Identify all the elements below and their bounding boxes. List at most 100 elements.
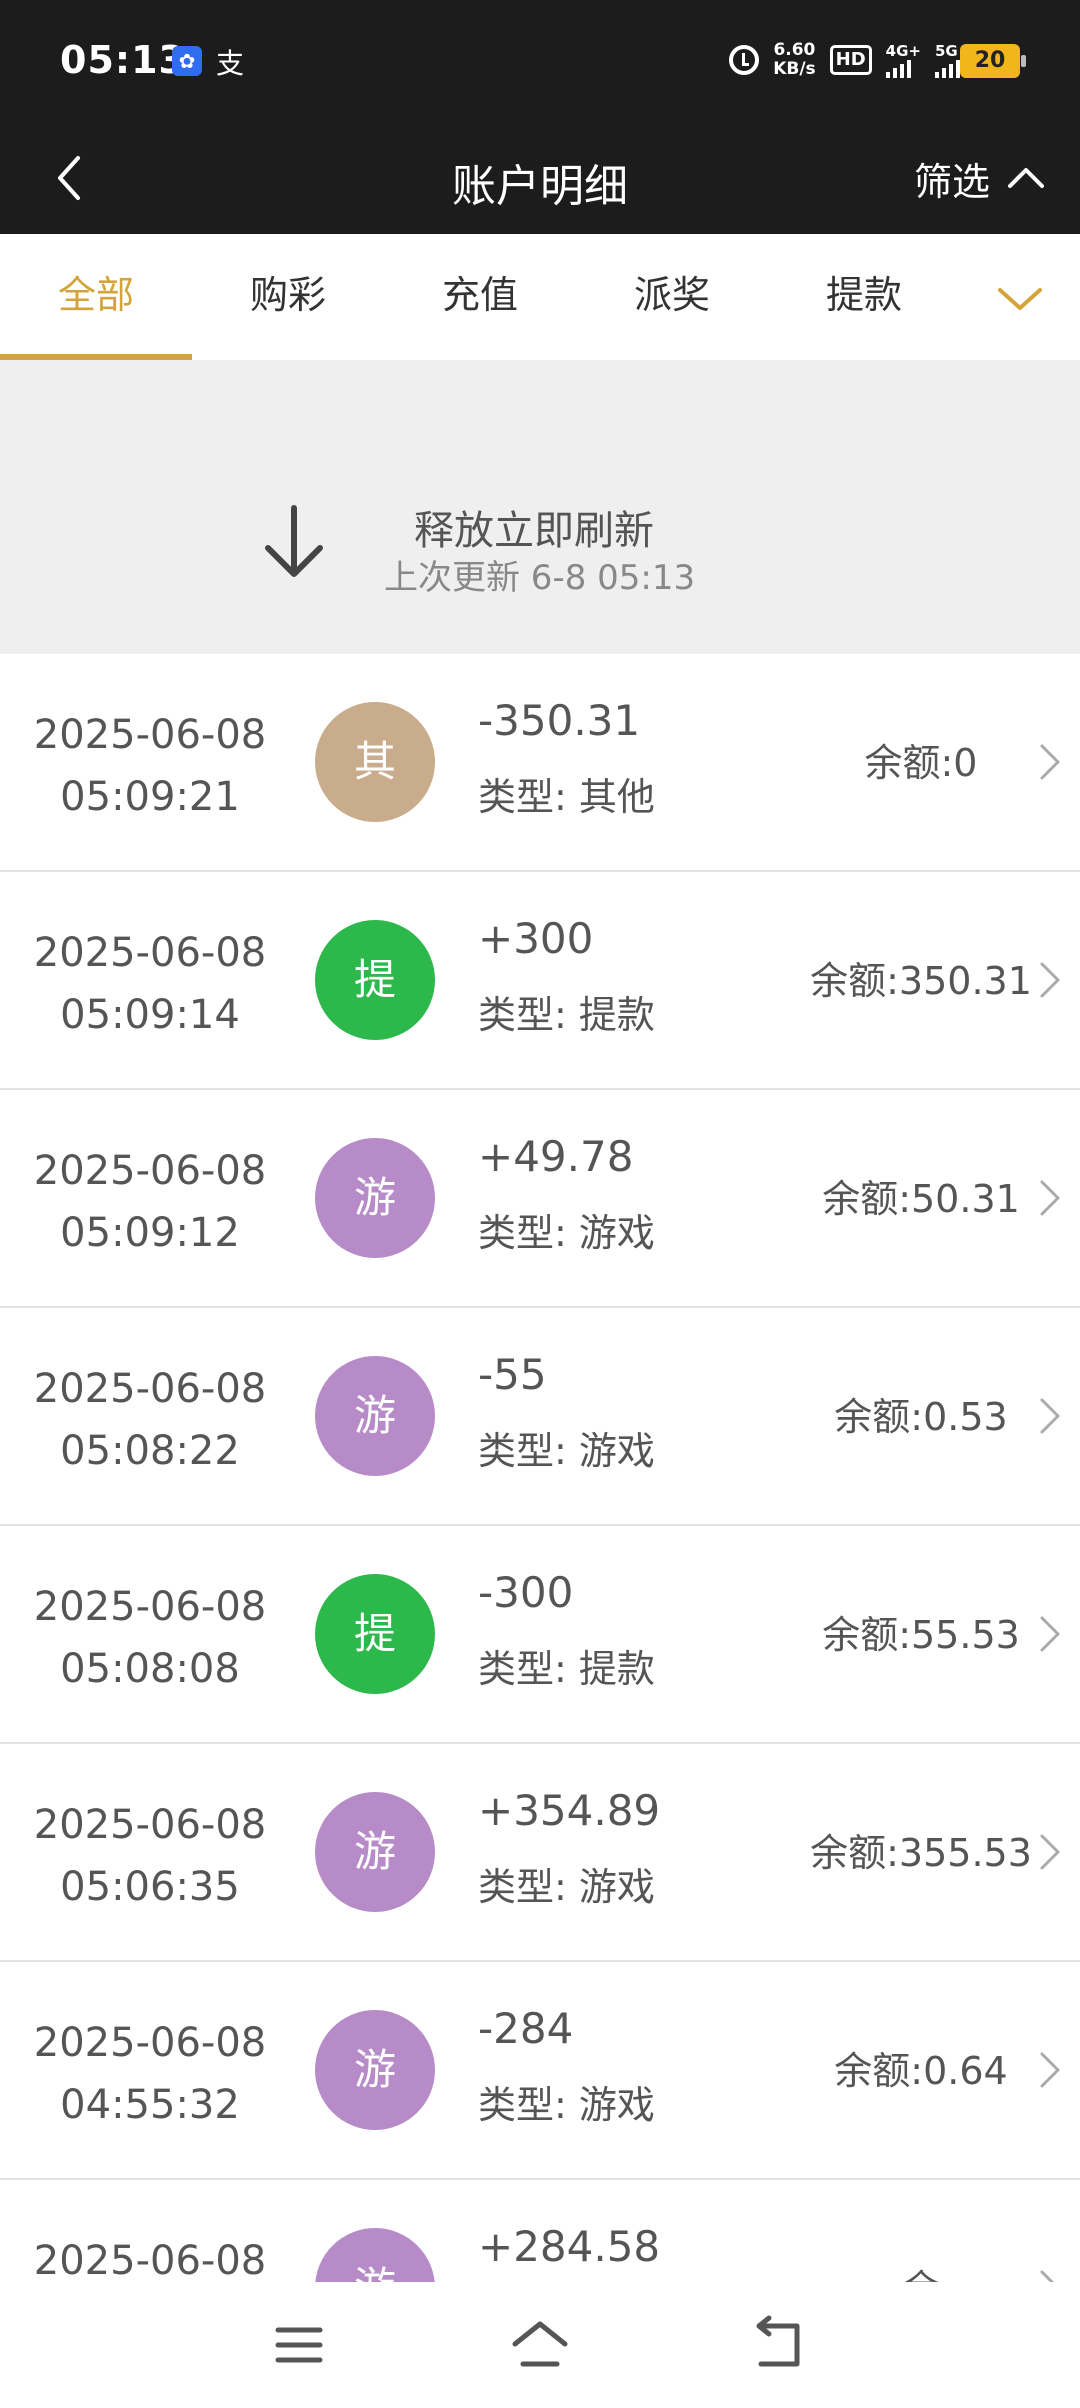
chevron-right-icon xyxy=(1040,744,1060,780)
transaction-balance: 余额:0.64 xyxy=(834,2049,1008,2093)
type-avatar: 游 xyxy=(315,1792,435,1912)
chevron-right-icon xyxy=(1040,1398,1060,1434)
transaction-amount: -300 xyxy=(478,1568,574,1617)
transaction-amount: -350.31 xyxy=(478,696,641,745)
transaction-time: 05:08:08 xyxy=(60,1646,240,1692)
transaction-type: 类型: 游戏 xyxy=(478,1429,655,1473)
transaction-date: 2025-06-08 xyxy=(33,930,267,976)
signal-bars-icon xyxy=(885,60,921,78)
transaction-amount: +284.58 xyxy=(478,2222,661,2271)
transaction-type: 类型: 游戏 xyxy=(478,2083,655,2127)
return-icon[interactable] xyxy=(747,2312,813,2378)
type-avatar: 游 xyxy=(315,1356,435,1476)
transaction-row[interactable]: 2025-06-08 04:55:32 游 -284 类型: 游戏 余额:0.6… xyxy=(0,1962,1080,2180)
tab-recharge[interactable]: 充值 xyxy=(384,234,576,360)
transaction-date: 2025-06-08 xyxy=(33,2020,267,2066)
speed-value: 6.60 xyxy=(773,40,816,60)
transaction-datetime: 2025-06-08 04:55:32 xyxy=(0,2012,300,2136)
status-bar: 05:13 ✿ 支 6.60 KB/s HD 4G+ 5G 20 xyxy=(0,0,1080,122)
status-time: 05:13 xyxy=(60,38,186,82)
transaction-amount: -284 xyxy=(478,2004,574,2053)
transaction-row[interactable]: 2025-06-08 05:09:14 提 +300 类型: 提款 余额:350… xyxy=(0,872,1080,1090)
alipay-icon: 支 xyxy=(216,47,245,80)
transaction-date: 2025-06-08 xyxy=(33,1148,267,1194)
transaction-balance: 余额:355.53 xyxy=(810,1831,1032,1875)
tab-lottery[interactable]: 购彩 xyxy=(192,234,384,360)
system-nav-bar xyxy=(0,2282,1080,2408)
transaction-date: 2025-06-08 xyxy=(33,1802,267,1848)
chevron-right-icon xyxy=(1040,2052,1060,2088)
transaction-type: 类型: 其他 xyxy=(478,775,655,819)
tab-payout[interactable]: 派奖 xyxy=(576,234,768,360)
speed-unit: KB/s xyxy=(773,59,816,79)
transaction-type: 类型: 提款 xyxy=(478,1647,655,1691)
type-avatar: 其 xyxy=(315,702,435,822)
transaction-time: 05:08:22 xyxy=(60,1428,240,1474)
transaction-amount: -55 xyxy=(478,1350,547,1399)
transaction-row[interactable]: 2025-06-08 05:09:12 游 +49.78 类型: 游戏 余额:5… xyxy=(0,1090,1080,1308)
arrow-down-icon xyxy=(265,505,323,577)
transaction-amount: +354.89 xyxy=(478,1786,661,1835)
tab-all[interactable]: 全部 xyxy=(0,234,192,360)
transaction-datetime: 2025-06-08 05:09:14 xyxy=(0,922,300,1046)
home-icon[interactable] xyxy=(507,2312,573,2378)
transaction-datetime: 2025-06-08 05:08:08 xyxy=(0,1576,300,1700)
transaction-amount: +300 xyxy=(478,914,594,963)
transaction-datetime: 2025-06-08 05:09:12 xyxy=(0,1140,300,1264)
transaction-balance: 余额:350.31 xyxy=(810,959,1032,1003)
type-avatar: 提 xyxy=(315,1574,435,1694)
filter-label: 筛选 xyxy=(913,159,990,204)
baidu-icon: ✿ xyxy=(172,46,202,76)
transaction-row[interactable]: 2025-06-08 05:08:08 提 -300 类型: 提款 余额:55.… xyxy=(0,1526,1080,1744)
filter-button[interactable]: 筛选 xyxy=(914,150,1046,206)
transaction-date: 2025-06-08 xyxy=(33,1584,267,1630)
transaction-row[interactable]: 2025-06-08 05:08:22 游 -55 类型: 游戏 余额:0.53 xyxy=(0,1308,1080,1526)
transaction-balance: 余额:0 xyxy=(864,741,978,785)
transaction-time: 05:09:14 xyxy=(60,992,240,1038)
app-header: 账户明细 筛选 xyxy=(0,122,1080,234)
type-avatar: 游 xyxy=(315,2010,435,2130)
battery-icon: 20 xyxy=(960,44,1026,78)
transaction-type: 类型: 游戏 xyxy=(478,1865,655,1909)
transaction-datetime: 2025-06-08 05:06:35 xyxy=(0,1794,300,1918)
signal-4g-label: 4G+ xyxy=(885,42,921,60)
transaction-balance: 余额:55.53 xyxy=(822,1613,1020,1657)
menu-icon[interactable] xyxy=(266,2312,332,2378)
chevron-right-icon xyxy=(1040,1616,1060,1652)
transaction-time: 05:09:12 xyxy=(60,1210,240,1256)
signal-bars-icon xyxy=(935,60,960,78)
transaction-amount: +49.78 xyxy=(478,1132,634,1181)
chevron-right-icon xyxy=(1040,1180,1060,1216)
refresh-subtitle: 上次更新 6-8 05:13 xyxy=(384,558,696,598)
chevron-right-icon xyxy=(1040,1834,1060,1870)
transaction-list: 2025-06-08 05:09:21 其 -350.31 类型: 其他 余额:… xyxy=(0,654,1080,2398)
chevron-down-icon[interactable] xyxy=(992,270,1048,326)
transaction-datetime: 2025-06-08 05:08:22 xyxy=(0,1358,300,1482)
tab-withdraw[interactable]: 提款 xyxy=(768,234,960,360)
transaction-time: 05:06:35 xyxy=(60,1864,240,1910)
pull-refresh-area: 释放立即刷新 上次更新 6-8 05:13 xyxy=(0,360,1080,654)
type-avatar: 提 xyxy=(315,920,435,1040)
type-avatar: 游 xyxy=(315,1138,435,1258)
transaction-row[interactable]: 2025-06-08 05:06:35 游 +354.89 类型: 游戏 余额:… xyxy=(0,1744,1080,1962)
hd-icon: HD xyxy=(829,45,872,75)
chevron-right-icon xyxy=(1040,962,1060,998)
transaction-balance: 余额:50.31 xyxy=(822,1177,1020,1221)
transaction-date: 2025-06-08 xyxy=(33,1366,267,1412)
transaction-date: 2025-06-08 xyxy=(33,712,267,758)
transaction-time: 04:55:32 xyxy=(60,2082,240,2128)
transaction-balance: 余额:0.53 xyxy=(834,1395,1008,1439)
network-speed: 6.60 KB/s xyxy=(773,41,815,79)
transaction-type: 类型: 提款 xyxy=(478,993,655,1037)
transaction-type: 类型: 游戏 xyxy=(478,1211,655,1255)
signal-5g-label: 5G xyxy=(935,42,958,60)
status-indicators: 6.60 KB/s HD 4G+ 5G xyxy=(729,36,960,84)
transaction-row[interactable]: 2025-06-08 05:09:21 其 -350.31 类型: 其他 余额:… xyxy=(0,654,1080,872)
signal-5g: 5G xyxy=(935,42,960,78)
chevron-up-icon xyxy=(1008,168,1044,188)
transaction-time: 05:09:21 xyxy=(60,774,240,820)
alarm-icon xyxy=(729,45,760,75)
refresh-title: 释放立即刷新 xyxy=(414,508,654,554)
tab-bar: 全部 购彩 充值 派奖 提款 xyxy=(0,234,1080,360)
transaction-datetime: 2025-06-08 05:09:21 xyxy=(0,704,300,828)
